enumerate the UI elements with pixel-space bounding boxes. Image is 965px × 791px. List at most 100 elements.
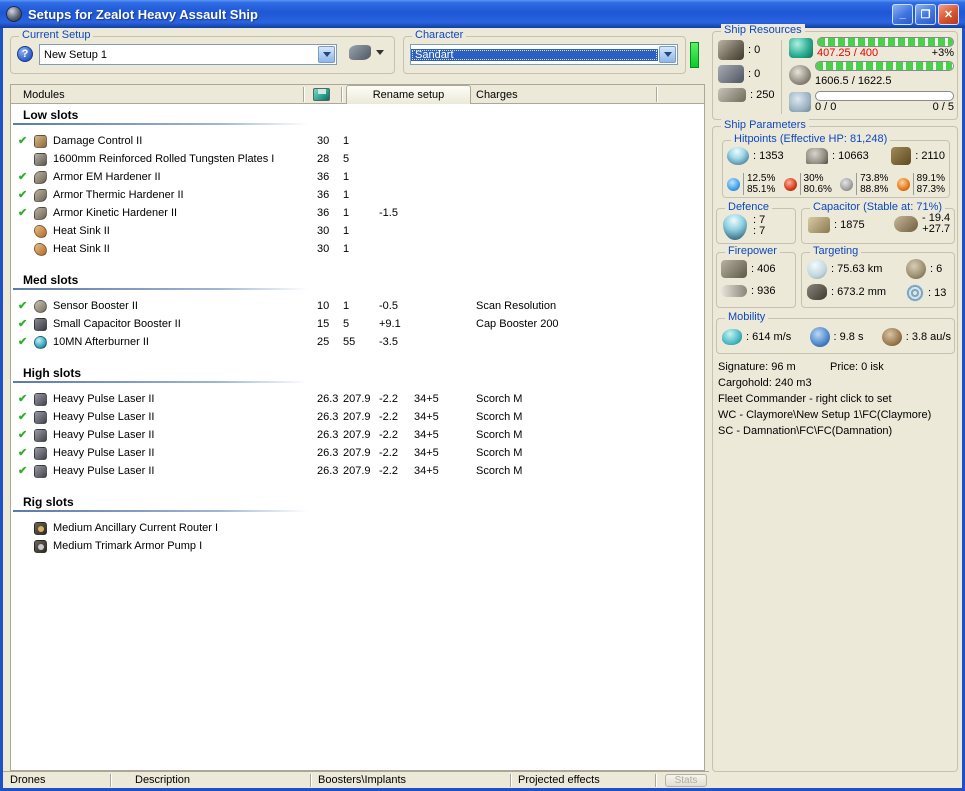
- module-row[interactable]: Medium Ancillary Current Router I: [11, 520, 704, 538]
- module-col1: 26.3: [317, 429, 339, 441]
- module-name: Medium Ancillary Current Router I: [53, 522, 219, 534]
- module-col1: 15: [317, 318, 330, 330]
- chevron-down-icon[interactable]: [318, 46, 335, 63]
- module-col3: -0.5: [379, 300, 398, 312]
- module-charge: Scorch M: [476, 411, 523, 423]
- module-row[interactable]: ✔ Heavy Pulse Laser II 26.3 207.9 -2.2 34+5 Sc…: [11, 427, 704, 445]
- maximize-button[interactable]: ❐: [915, 3, 936, 25]
- module-row[interactable]: Medium Trimark Armor Pump I: [11, 538, 704, 556]
- minimize-button[interactable]: _: [892, 3, 913, 25]
- ship-menu-button[interactable]: [349, 45, 384, 60]
- fitted-check-icon: ✔: [18, 465, 28, 477]
- eft-window: Setups for Zealot Heavy Assault Ship _ ❐…: [0, 0, 965, 791]
- module-row[interactable]: ✔ Heavy Pulse Laser II 26.3 207.9 -2.2 34+5 Sc…: [11, 409, 704, 427]
- module-name: Damage Control II: [53, 135, 143, 147]
- module-row[interactable]: Heat Sink II 30 1: [11, 241, 704, 259]
- tab-rename-setup[interactable]: Rename setup: [346, 85, 471, 104]
- module-row[interactable]: ✔ Damage Control II 30 1: [11, 133, 704, 151]
- chevron-down-icon: [376, 50, 384, 55]
- capbooster-icon: [34, 318, 47, 331]
- module-name: Medium Trimark Armor Pump I: [53, 540, 203, 552]
- setup-select[interactable]: New Setup 1: [39, 44, 337, 65]
- module-col2: 5: [343, 153, 350, 165]
- chevron-down-icon[interactable]: [659, 46, 676, 63]
- module-col1: 26.3: [317, 447, 339, 459]
- module-row[interactable]: ✔ Heavy Pulse Laser II 26.3 207.9 -2.2 34+5 Sc…: [11, 445, 704, 463]
- module-row[interactable]: 1600mm Reinforced Rolled Tungsten Plates…: [11, 151, 704, 169]
- module-name: Small Capacitor Booster II: [53, 318, 181, 330]
- module-col3: +9.1: [379, 318, 401, 330]
- module-col2: 1: [343, 171, 350, 183]
- character-label: Character: [412, 29, 467, 41]
- calibration-value: : 250: [750, 89, 775, 101]
- shield-hp: : 1353: [753, 150, 784, 162]
- thermal-resist: 30% 80.6%: [783, 173, 832, 195]
- save-setup-button[interactable]: [313, 85, 330, 104]
- firepower-group: Firepower : 406 : 936: [716, 245, 796, 308]
- rig2-icon: [34, 540, 47, 553]
- module-col1: 36: [317, 171, 330, 183]
- fleet-commander-text[interactable]: Fleet Commander - right click to set: [718, 393, 892, 405]
- module-col2: 207.9: [343, 465, 371, 477]
- module-row[interactable]: ✔ Armor Kinetic Hardener II 36 1 -1.5: [11, 205, 704, 223]
- help-icon[interactable]: ?: [17, 46, 33, 62]
- plate-icon: [34, 153, 47, 166]
- warp-speed: : 3.8 au/s: [905, 331, 951, 343]
- module-col3: -2.2: [379, 465, 398, 477]
- volley-icon: [721, 260, 747, 278]
- price-text: Price: 0 isk: [830, 361, 884, 373]
- launcher-hardpoints-icon: [718, 65, 744, 83]
- module-col1: 36: [317, 189, 330, 201]
- close-button[interactable]: ✕: [938, 3, 959, 25]
- fitted-check-icon: ✔: [18, 300, 28, 312]
- module-row[interactable]: ✔ Armor Thermic Hardener II 36 1: [11, 187, 704, 205]
- fitted-check-icon: ✔: [18, 447, 28, 459]
- tab-description[interactable]: Description: [135, 774, 190, 786]
- module-col4: 34+5: [414, 411, 439, 423]
- tab-drones[interactable]: Drones: [10, 774, 45, 786]
- wing-commander-text: WC - Claymore\New Setup 1\FC(Claymore): [718, 409, 932, 421]
- character-select[interactable]: Sandart: [410, 44, 678, 65]
- module-name: 10MN Afterburner II: [53, 336, 149, 348]
- tab-projected-effects[interactable]: Projected effects: [518, 774, 600, 786]
- charges-header[interactable]: Charges: [476, 85, 518, 104]
- targeting-range-icon: [807, 259, 827, 279]
- module-col1: 30: [317, 135, 330, 147]
- laser-icon: [34, 411, 47, 424]
- em-resist: 12.5% 85.1%: [727, 173, 775, 195]
- fitted-check-icon: ✔: [18, 318, 28, 330]
- align-time: : 9.8 s: [833, 331, 864, 343]
- module-name: Sensor Booster II: [53, 300, 138, 312]
- module-row[interactable]: ✔ Heavy Pulse Laser II 26.3 207.9 -2.2 34+5 Sc…: [11, 463, 704, 481]
- module-col1: 30: [317, 243, 330, 255]
- sensor-strength-icon: [906, 284, 924, 302]
- title-bar: Setups for Zealot Heavy Assault Ship _ ❐…: [0, 0, 965, 28]
- module-col4: 34+5: [414, 429, 439, 441]
- stats-button[interactable]: Stats: [665, 774, 707, 787]
- mobility-group: Mobility : 614 m/s : 9.8 s : 3.8 au/s: [716, 311, 955, 354]
- module-row[interactable]: ✔ 10MN Afterburner II 25 55 -3.5: [11, 334, 704, 352]
- powergrid-usage: 1606.5 / 1622.5: [815, 75, 892, 87]
- ship-resources-label: Ship Resources: [721, 24, 805, 36]
- hitpoints-group: Hitpoints (Effective HP: 81,248) : 1353 …: [722, 133, 950, 198]
- module-col1: 25: [317, 336, 330, 348]
- module-name: Heat Sink II: [53, 225, 110, 237]
- targeting-group: Targeting : 75.63 km : 6 : 673.2 mm : 13: [801, 245, 955, 308]
- squad-commander-text: SC - Damnation\FC\FC(Damnation): [718, 425, 893, 437]
- module-name: 1600mm Reinforced Rolled Tungsten Plates…: [53, 153, 275, 165]
- hardener-icon: [34, 171, 47, 184]
- module-row[interactable]: Heat Sink II 30 1: [11, 223, 704, 241]
- laser-icon: [34, 429, 47, 442]
- tab-boosters-implants[interactable]: Boosters\Implants: [318, 774, 406, 786]
- module-row[interactable]: ✔ Sensor Booster II 10 1 -0.5 Scan Resolution: [11, 298, 704, 316]
- module-row[interactable]: ✔ Armor EM Hardener II 36 1: [11, 169, 704, 187]
- armor-hp: : 10663: [832, 150, 869, 162]
- slot-sections: Low slots ✔ Damage Control II 30 1 1600mm Rei…: [11, 108, 704, 556]
- ship-icon: [349, 45, 371, 60]
- modules-header[interactable]: Modules: [23, 85, 65, 104]
- list-header: Modules Rename setup Charges: [11, 85, 704, 104]
- heatsink-icon: [34, 243, 47, 256]
- sensorbooster-icon: [34, 300, 47, 313]
- module-row[interactable]: ✔ Small Capacitor Booster II 15 5 +9.1 Cap Bo…: [11, 316, 704, 334]
- module-row[interactable]: ✔ Heavy Pulse Laser II 26.3 207.9 -2.2 34+5 Sc…: [11, 391, 704, 409]
